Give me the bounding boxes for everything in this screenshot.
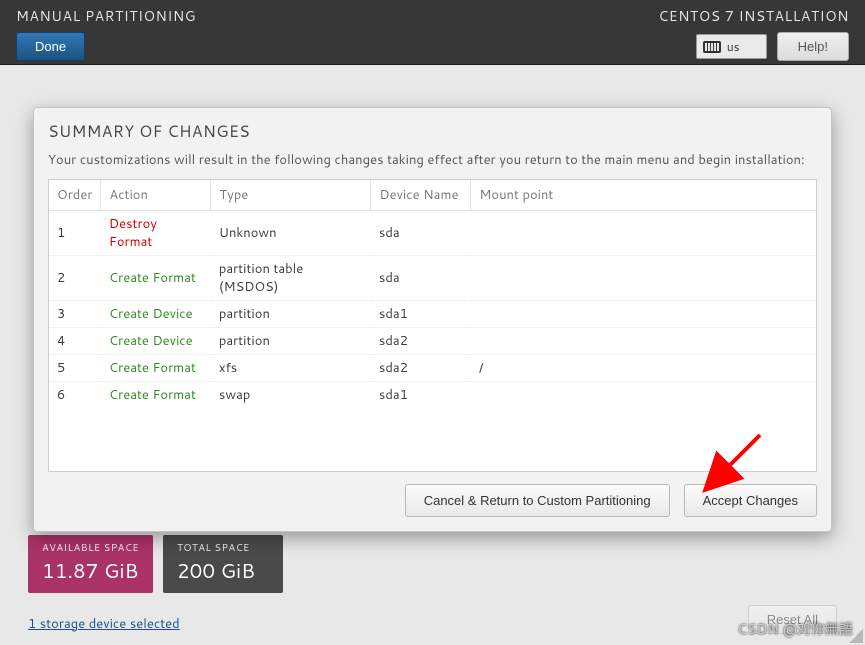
cell-action: Create Device <box>101 301 211 328</box>
done-button[interactable]: Done <box>16 32 85 61</box>
cell-type: xfs <box>211 355 371 382</box>
accept-changes-button[interactable]: Accept Changes <box>684 484 817 517</box>
cell-order: 1 <box>49 211 101 256</box>
cell-type: Unknown <box>211 211 371 256</box>
cell-type: partition table (MSDOS) <box>211 256 371 301</box>
keyboard-layout-label: us <box>727 38 740 55</box>
table-row[interactable]: 1Destroy FormatUnknownsda <box>49 211 816 256</box>
page-title: MANUAL PARTITIONING <box>16 6 196 26</box>
changes-table-wrap: Order Action Type Device Name Mount poin… <box>48 179 817 472</box>
cell-action: Create Format <box>101 256 211 301</box>
cell-device: sda2 <box>371 328 471 355</box>
footer-area: AVAILABLE SPACE 11.87 GiB TOTAL SPACE 20… <box>0 535 865 645</box>
cell-device: sda1 <box>371 382 471 409</box>
col-type[interactable]: Type <box>211 180 371 211</box>
cell-device: sda1 <box>371 301 471 328</box>
available-space-value: 11.87 GiB <box>42 557 139 585</box>
table-row[interactable]: 5Create Formatxfssda2/ <box>49 355 816 382</box>
cancel-button[interactable]: Cancel & Return to Custom Partitioning <box>405 484 670 517</box>
col-mount-point[interactable]: Mount point <box>471 180 816 211</box>
resize-grip-icon[interactable] <box>849 629 863 643</box>
table-row[interactable]: 4Create Devicepartitionsda2 <box>49 328 816 355</box>
total-space-card: TOTAL SPACE 200 GiB <box>163 535 283 593</box>
help-button[interactable]: Help! <box>777 32 849 61</box>
table-row[interactable]: 6Create Formatswapsda1 <box>49 382 816 409</box>
cell-mount <box>471 256 816 301</box>
cell-order: 4 <box>49 328 101 355</box>
cell-order: 2 <box>49 256 101 301</box>
cell-device: sda2 <box>371 355 471 382</box>
cell-mount <box>471 301 816 328</box>
cell-action: Create Format <box>101 382 211 409</box>
available-space-card: AVAILABLE SPACE 11.87 GiB <box>28 535 153 593</box>
cell-order: 3 <box>49 301 101 328</box>
cell-type: partition <box>211 301 371 328</box>
watermark: CSDN @对你無語 <box>737 619 853 639</box>
table-row[interactable]: 2Create Formatpartition table (MSDOS)sda <box>49 256 816 301</box>
top-bar: MANUAL PARTITIONING Done CENTOS 7 INSTAL… <box>0 0 865 65</box>
table-row[interactable]: 3Create Devicepartitionsda1 <box>49 301 816 328</box>
table-header-row: Order Action Type Device Name Mount poin… <box>49 180 816 211</box>
top-left: MANUAL PARTITIONING Done <box>16 6 196 64</box>
keyboard-icon <box>703 41 721 53</box>
cell-mount <box>471 382 816 409</box>
summary-of-changes-dialog: SUMMARY OF CHANGES Your customizations w… <box>33 107 832 532</box>
cell-mount <box>471 328 816 355</box>
col-device-name[interactable]: Device Name <box>371 180 471 211</box>
dialog-title: SUMMARY OF CHANGES <box>48 120 817 143</box>
top-right: CENTOS 7 INSTALLATION us Help! <box>658 6 849 64</box>
keyboard-layout-indicator[interactable]: us <box>696 34 767 59</box>
cell-mount <box>471 211 816 256</box>
cell-device: sda <box>371 256 471 301</box>
cell-action: Destroy Format <box>101 211 211 256</box>
cell-order: 6 <box>49 382 101 409</box>
available-space-label: AVAILABLE SPACE <box>42 541 139 555</box>
total-space-label: TOTAL SPACE <box>177 541 269 555</box>
cell-mount: / <box>471 355 816 382</box>
cell-type: partition <box>211 328 371 355</box>
installer-title: CENTOS 7 INSTALLATION <box>658 6 849 26</box>
dialog-description: Your customizations will result in the f… <box>48 151 817 169</box>
col-action[interactable]: Action <box>101 180 211 211</box>
cell-action: Create Format <box>101 355 211 382</box>
col-order[interactable]: Order <box>49 180 101 211</box>
storage-devices-link[interactable]: 1 storage device selected <box>28 615 180 633</box>
cell-order: 5 <box>49 355 101 382</box>
cell-action: Create Device <box>101 328 211 355</box>
total-space-value: 200 GiB <box>177 557 269 585</box>
cell-type: swap <box>211 382 371 409</box>
changes-table: Order Action Type Device Name Mount poin… <box>49 180 816 408</box>
cell-device: sda <box>371 211 471 256</box>
